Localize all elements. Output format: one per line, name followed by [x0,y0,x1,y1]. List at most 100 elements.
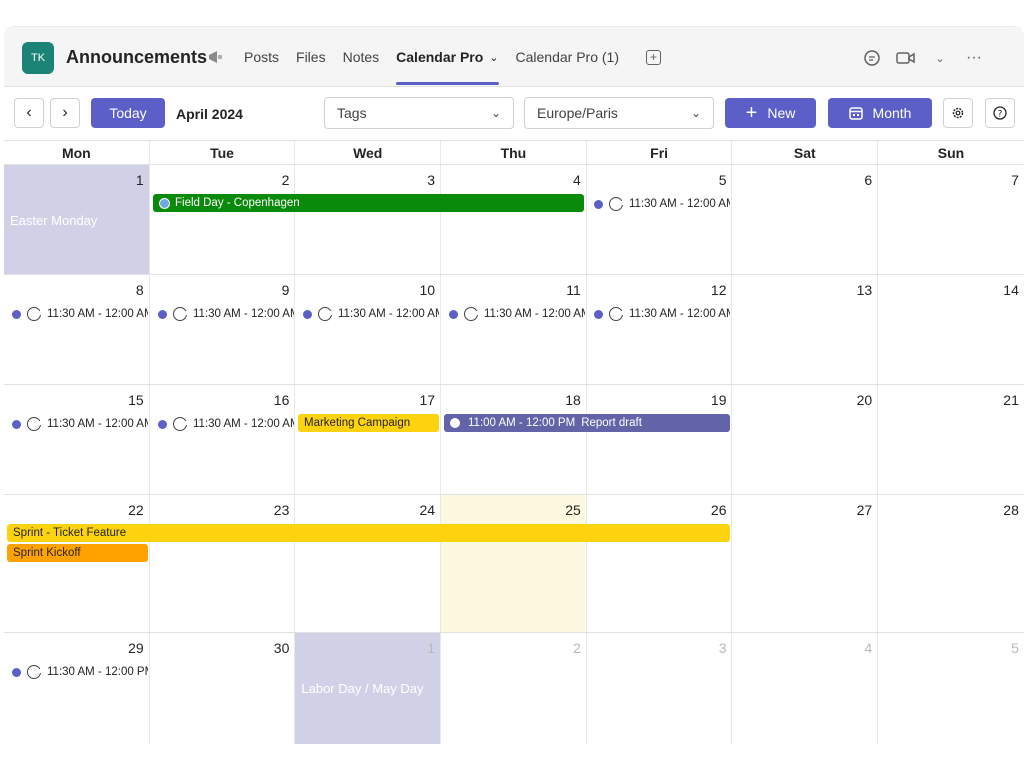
event-dot-icon [450,418,460,428]
day-cell[interactable]: 13 [733,275,879,384]
weekday-sat: Sat [732,141,879,164]
previous-month-button[interactable]: ‹ [14,98,44,128]
day-cell[interactable]: 28 [878,495,1024,632]
event-sprint-kickoff[interactable]: Sprint Kickoff [7,544,148,562]
recurring-icon [173,417,188,431]
day-cell[interactable]: 24 [295,495,442,632]
day-cell[interactable]: 7 [878,165,1024,274]
day-cell[interactable]: 18 [441,385,587,494]
chat-icon[interactable] [862,49,882,67]
day-cell[interactable]: 21 [878,385,1024,494]
day-cell[interactable]: 2 [150,165,296,274]
event-recurring[interactable]: 11:30 AM - 12:00 AM [594,305,730,323]
tab-calendar-pro-1[interactable]: Calendar Pro (1) [516,27,620,87]
timezone-dropdown[interactable]: Europe/Paris ⌄ [524,97,714,129]
weekday-fri: Fri [587,141,733,164]
weekday-tue: Tue [150,141,296,164]
tab-notes[interactable]: Notes [343,27,380,87]
day-cell[interactable]: 8 [4,275,150,384]
event-dot-icon [594,199,603,209]
event-recurring[interactable]: 11:30 AM - 12:00 AM [449,305,585,323]
day-cell[interactable]: 1 Easter Monday [4,165,150,274]
chevron-down-icon: ⌄ [690,106,701,120]
event-recurring[interactable]: 11:30 AM - 12:00 AM [158,305,294,323]
tab-posts[interactable]: Posts [244,27,279,87]
event-dot-icon [158,419,167,429]
day-cell[interactable]: 9 [150,275,296,384]
recurring-icon [318,307,333,321]
chevron-down-icon: ⌄ [489,51,499,64]
help-icon: ? [993,106,1007,120]
week-row-4: 22 23 24 25 26 27 28 Sprint - Ticket Fea… [4,495,1024,633]
day-cell[interactable]: 15 [4,385,150,494]
help-button[interactable]: ? [985,98,1015,128]
settings-button[interactable] [943,98,973,128]
add-tab-icon[interactable]: + [646,49,662,65]
day-cell[interactable]: 16 [150,385,296,494]
day-cell-next-month[interactable]: 2 [441,633,587,744]
day-cell[interactable]: 6 [733,165,879,274]
event-recurring[interactable]: 11:30 AM - 12:00 AM [594,195,730,213]
event-recurring[interactable]: 11:30 AM - 12:00 PM [12,663,148,681]
event-recurring[interactable]: 11:30 AM - 12:00 AM [12,415,148,433]
event-dot-icon [12,309,21,319]
next-month-button[interactable]: › [50,98,80,128]
holiday-label: Easter Monday [10,213,98,228]
day-cell[interactable]: 10 [295,275,442,384]
weekday-header: Mon Tue Wed Thu Fri Sat Sun [4,140,1024,165]
video-call-icon[interactable] [896,49,916,67]
day-cell[interactable]: 4 [441,165,587,274]
today-button[interactable]: Today [91,98,165,128]
week-row-1: 1 Easter Monday 2 3 4 5 6 7 Field Day - C… [4,165,1024,275]
day-cell[interactable]: 12 [587,275,733,384]
week-row-2: 8 9 10 11 12 13 14 11:30 AM - 12:00 AM 1… [4,275,1024,385]
weekday-thu: Thu [441,141,587,164]
day-cell[interactable]: 29 [4,633,150,744]
recurring-icon [609,197,624,211]
event-report-draft[interactable]: 11:00 AM - 12:00 PM Report draft [444,414,730,432]
view-month-button[interactable]: Month [828,98,932,128]
day-cell[interactable]: 11 [441,275,587,384]
new-event-button[interactable]: + New [725,98,816,128]
current-month-label: April 2024 [176,106,243,122]
day-cell-next-month[interactable]: 3 [587,633,733,744]
tab-files[interactable]: Files [296,27,326,87]
event-sprint-ticket-feature[interactable]: Sprint - Ticket Feature [7,524,730,542]
team-avatar[interactable]: TK [22,42,54,74]
recurring-icon [609,307,624,321]
day-cell[interactable]: 3 [295,165,442,274]
recurring-icon [27,307,42,321]
day-cell[interactable]: 26 [587,495,733,632]
recurring-icon [464,307,479,321]
tab-calendar-pro[interactable]: Calendar Pro ⌄ [396,27,499,87]
day-cell[interactable]: 27 [733,495,879,632]
day-cell-next-month[interactable]: 4 [733,633,879,744]
day-cell[interactable]: 19 [587,385,733,494]
day-cell-today[interactable]: 25 [441,495,587,632]
chevron-down-icon: ⌄ [490,106,501,120]
tags-dropdown[interactable]: Tags ⌄ [324,97,514,129]
day-cell[interactable]: 22 [4,495,150,632]
event-recurring[interactable]: 11:30 AM - 12:00 AM [158,415,294,433]
event-dot-icon [449,309,458,319]
day-cell[interactable]: 17 [295,385,442,494]
day-cell[interactable]: 23 [150,495,296,632]
day-cell[interactable]: 30 [150,633,296,744]
recurring-icon [173,307,188,321]
calendar-icon [848,107,863,120]
channel-title: Announcements [66,47,208,67]
event-marketing-campaign[interactable]: Marketing Campaign [298,414,439,432]
weekday-sun: Sun [937,145,965,161]
event-field-day[interactable]: Field Day - Copenhagen [153,194,584,212]
day-cell[interactable]: 20 [733,385,879,494]
event-recurring[interactable]: 11:30 AM - 12:00 AM [303,305,439,323]
day-cell[interactable]: 5 [587,165,733,274]
event-dot-icon [12,419,21,429]
day-cell[interactable]: 14 [878,275,1024,384]
event-recurring[interactable]: 11:30 AM - 12:00 AM [12,305,148,323]
day-cell-next-month[interactable]: 1 Labor Day / May Day [295,633,442,744]
day-cell-next-month[interactable]: 5 [878,633,1024,744]
event-dot-icon [12,667,21,677]
more-options-icon[interactable]: ··· [964,49,984,67]
chevron-down-icon[interactable]: ⌄ [930,49,950,67]
